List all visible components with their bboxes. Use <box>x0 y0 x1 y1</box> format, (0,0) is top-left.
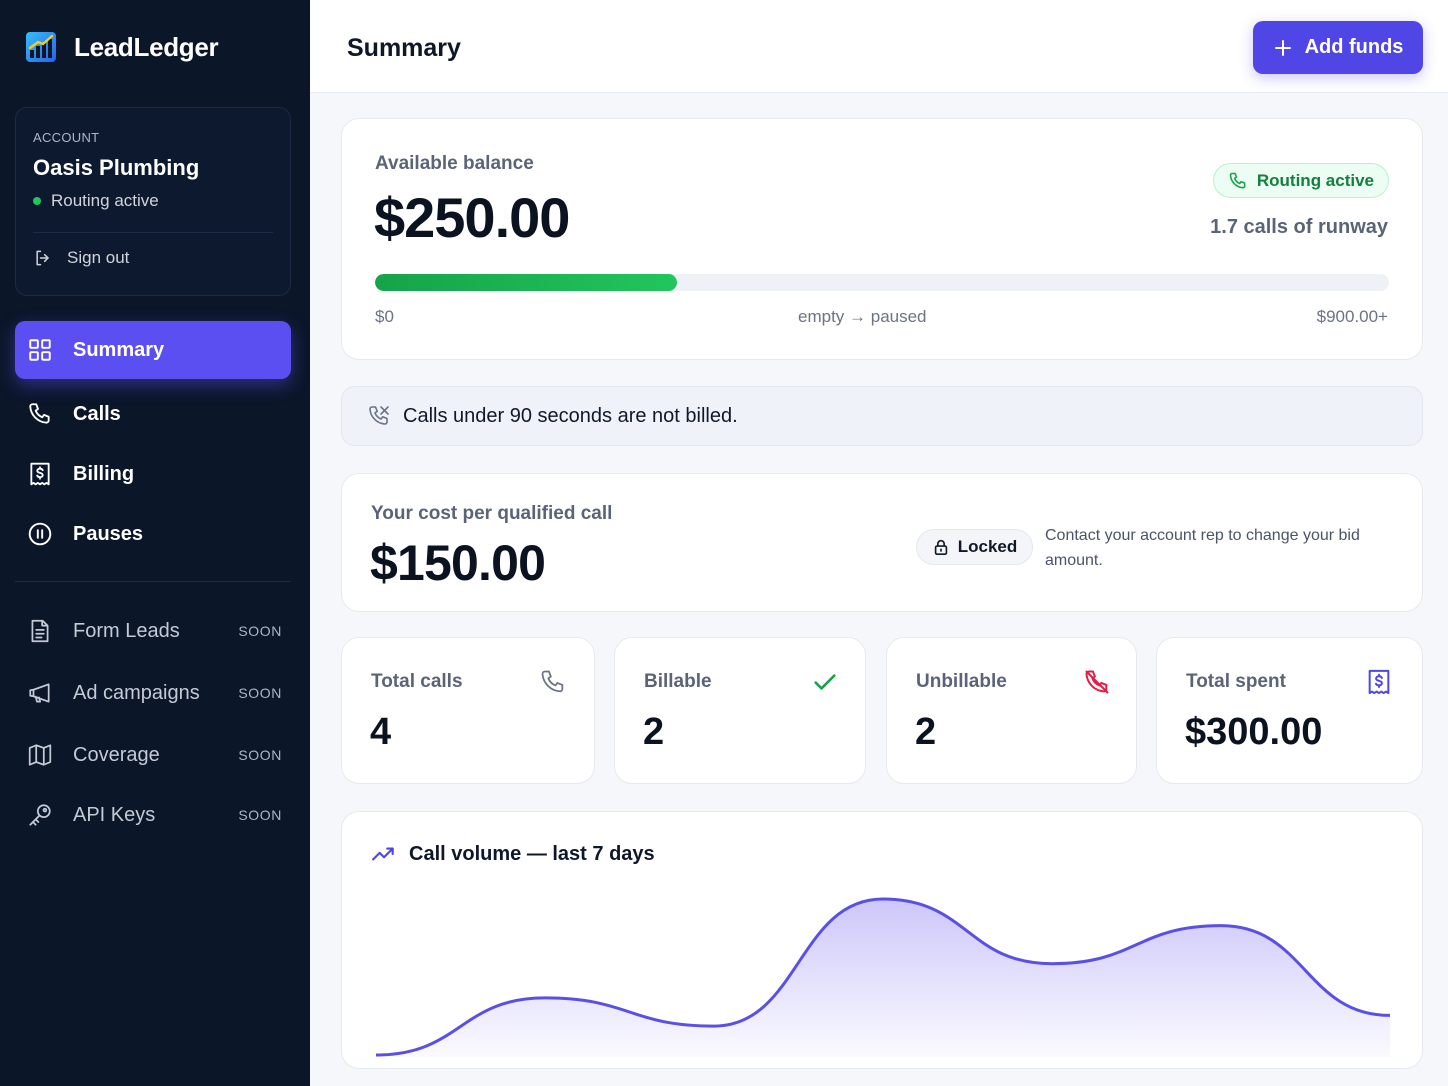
phone-off-icon <box>1085 670 1109 694</box>
soon-badge: SOON <box>238 685 282 701</box>
progress-mid-label: empty → paused <box>798 307 927 326</box>
routing-status-label: Routing active <box>1256 170 1374 190</box>
stat-value: 4 <box>370 711 392 753</box>
status-dot <box>33 197 41 205</box>
cost-card: Your cost per qualified call $150.00 Loc… <box>341 473 1423 612</box>
nav-label-api-keys: API Keys <box>73 803 156 826</box>
brand[interactable]: LeadLedger <box>25 31 219 63</box>
chart-title: Call volume — last 7 days <box>371 841 655 867</box>
billing-notice: Calls under 90 seconds are not billed. <box>341 386 1423 446</box>
sidebar: LeadLedger ACCOUNT Oasis Plumbing Routin… <box>0 0 310 1086</box>
check-icon <box>814 674 836 690</box>
balance-amount: $250.00 <box>374 186 570 249</box>
add-funds-label: Add funds <box>1304 36 1404 58</box>
balance-card: Available balance $250.00 Routing active… <box>341 118 1423 360</box>
stat-card-total-spent: Total spent $300.00 <box>1156 637 1423 784</box>
stat-value: $300.00 <box>1185 711 1323 753</box>
nav-label-pauses: Pauses <box>73 522 144 545</box>
runway-text: 1.7 calls of runway <box>1210 216 1388 238</box>
nav-divider <box>15 581 291 582</box>
add-funds-button[interactable]: Add funds <box>1253 21 1423 74</box>
stat-label: Total calls <box>371 671 463 692</box>
megaphone-icon <box>29 683 50 703</box>
account-divider <box>33 232 273 233</box>
nav-label-ad-campaigns: Ad campaigns <box>73 681 200 704</box>
account-status-label: Routing active <box>51 191 159 210</box>
balance-progress-bar <box>375 274 1389 291</box>
call-volume-card: Call volume — last 7 days <box>341 811 1423 1069</box>
soon-badge: SOON <box>238 623 282 639</box>
nav-item-calls[interactable]: Calls <box>15 385 291 443</box>
call-volume-chart <box>376 897 1390 1057</box>
nav-item-billing[interactable]: Billing <box>15 445 291 503</box>
pause-circle-icon <box>28 522 52 546</box>
nav-item-coverage[interactable]: Coverage SOON <box>15 729 291 781</box>
account-status: Routing active <box>33 191 159 211</box>
sign-out-button[interactable]: Sign out <box>33 248 129 268</box>
receipt-dollar-icon <box>30 462 50 486</box>
locked-badge: Locked <box>916 529 1033 565</box>
cost-label: Your cost per qualified call <box>371 503 613 524</box>
routing-status-badge: Routing active <box>1212 163 1389 198</box>
document-icon <box>31 619 49 643</box>
stat-value: 2 <box>643 711 665 753</box>
billing-notice-text: Calls under 90 seconds are not billed. <box>403 404 738 427</box>
soon-badge: SOON <box>238 747 282 763</box>
nav-item-form-leads[interactable]: Form Leads SOON <box>15 605 291 657</box>
account-name: Oasis Plumbing <box>33 155 200 180</box>
receipt-dollar-icon <box>1368 669 1390 695</box>
chart-area-fill <box>376 899 1390 1057</box>
nav-label-form-leads: Form Leads <box>73 619 180 642</box>
brand-name: LeadLedger <box>74 31 219 62</box>
nav-label-summary: Summary <box>73 338 165 361</box>
phone-icon <box>541 670 564 693</box>
sign-out-icon <box>36 250 49 266</box>
stat-card-unbillable: Unbillable 2 <box>886 637 1137 784</box>
nav-item-summary[interactable]: Summary <box>15 321 291 379</box>
stat-card-billable: Billable 2 <box>614 637 866 784</box>
account-card: ACCOUNT Oasis Plumbing Routing active Si… <box>15 107 291 296</box>
lock-icon <box>934 539 947 556</box>
trending-up-icon <box>372 847 394 861</box>
balance-label: Available balance <box>375 153 534 174</box>
stat-label: Total spent <box>1186 671 1286 692</box>
stat-card-total-calls: Total calls 4 <box>341 637 595 784</box>
cost-note: Contact your account rep to change your … <box>1045 527 1360 569</box>
map-icon <box>28 744 52 766</box>
cost-amount: $150.00 <box>370 535 546 591</box>
stat-value: 2 <box>915 711 937 753</box>
locked-label: Locked <box>957 537 1018 556</box>
page-title: Summary <box>347 34 461 62</box>
soon-badge: SOON <box>238 807 282 823</box>
grid-icon <box>29 339 51 361</box>
plus-icon <box>1274 39 1291 56</box>
progress-max-label: $900.00+ <box>1316 307 1388 326</box>
chart-title-text: Call volume — last 7 days <box>409 842 655 865</box>
nav-label-billing: Billing <box>73 462 135 485</box>
phone-off-icon <box>369 406 389 425</box>
stat-label: Unbillable <box>916 671 1007 692</box>
sign-out-label: Sign out <box>67 248 130 267</box>
nav-item-api-keys[interactable]: API Keys SOON <box>15 789 291 841</box>
account-eyebrow: ACCOUNT <box>33 130 100 145</box>
topbar: Summary Add funds <box>310 0 1448 93</box>
phone-icon <box>29 403 50 424</box>
key-icon <box>29 804 51 826</box>
phone-icon <box>1229 172 1246 188</box>
bar-chart-logo-icon <box>26 32 56 62</box>
nav-label-calls: Calls <box>73 402 121 425</box>
nav-item-pauses[interactable]: Pauses <box>15 505 291 563</box>
progress-min-label: $0 <box>375 307 394 326</box>
nav-label-coverage: Coverage <box>73 743 160 766</box>
nav-item-ad-campaigns[interactable]: Ad campaigns SOON <box>15 667 291 719</box>
stat-label: Billable <box>644 671 712 692</box>
balance-progress-fill <box>375 274 678 291</box>
